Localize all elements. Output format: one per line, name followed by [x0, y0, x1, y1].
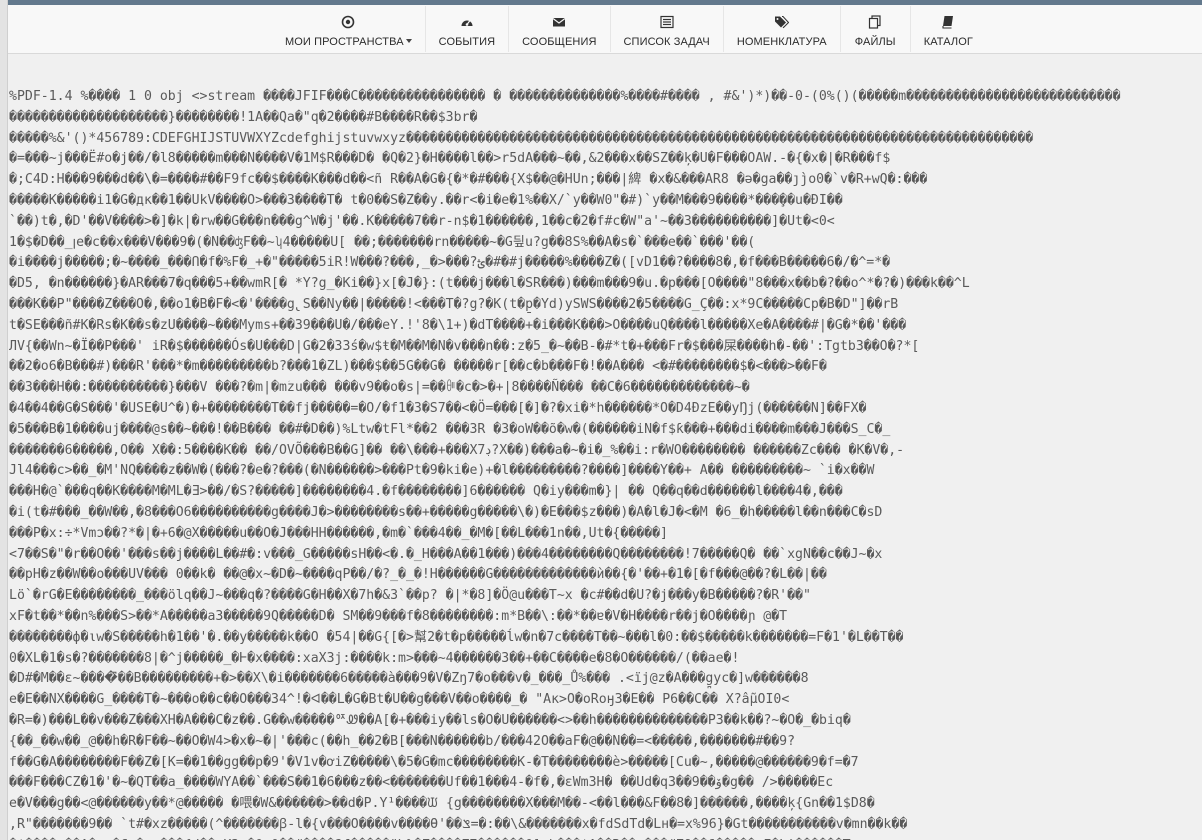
nav-item-files[interactable]: ФАЙЛЫ: [841, 6, 911, 52]
nav-label-files: ФАЙЛЫ: [854, 36, 896, 48]
nav-item-catalog[interactable]: КАТАЛОГ: [911, 6, 986, 52]
raw-pdf-line: ���K��P"����Z���O�,��o1�B�F�<�'����g̢S��…: [9, 296, 899, 312]
nav-item-events[interactable]: СОБЫТИЯ: [426, 6, 510, 52]
raw-pdf-line: �$����_��A�g+�Cx�c-���{/��rK3x�0r0��#���…: [9, 836, 1202, 840]
nav-label-messages: СООБЩЕНИЯ: [522, 36, 597, 48]
raw-pdf-line: 0�XL�1�s�?�������8|�^j�����_�Ⱶ�x����:xaX…: [9, 650, 740, 666]
raw-pdf-line: �i(t�#���_��W��,�8���O6����������g����J�…: [9, 504, 883, 520]
raw-pdf-line: xF�t��*��n%���S>��*A�����a3�����9Q�����D…: [9, 608, 788, 624]
raw-pdf-text: %PDF-1.4 %���� 1 0 obj <>stream ����JFIF…: [9, 87, 1202, 840]
nav-label-task-list: СПИСОК ЗАДАЧ: [623, 36, 710, 48]
raw-pdf-line: �=���~j���Ë#o�j��/�l8�����m���N����V�1M$…: [9, 151, 891, 167]
raw-pdf-line: ��������ф�ιw�S�����h�1��'�.��y�����k��O …: [9, 629, 904, 645]
raw-pdf-line: �D#�M��ɛ~����͆��B���������+�>��X\�i�����…: [9, 671, 809, 687]
dashboard-icon: [459, 14, 475, 30]
raw-pdf-line: f��G�A��������F��Z�[K=��1��gg��p�9'�V1v�…: [9, 754, 859, 770]
raw-pdf-line: ���P�x:÷*Vmɔ��?*�|�+6�@X�����u��O�J���HH…: [9, 525, 668, 541]
raw-pdf-line: �������6�����,O�� X��:5����K�� ��/OVÕ���…: [9, 442, 905, 458]
raw-pdf-line: ��3���H��:����������}���V ���?�m|�mؘzu��…: [9, 380, 750, 396]
files-icon: [867, 14, 883, 30]
app-window: МОИ ПРОСТРАНСТВА СОБЫТИЯ СООБЩЕНИЯ СПИСО…: [0, 0, 1202, 840]
chevron-down-icon: [405, 39, 412, 43]
raw-pdf-line: �i����j�����;�~����_���Ո�f�%F�_+�"�����5…: [9, 255, 891, 271]
nav-item-nomenclature[interactable]: НОМЕНКЛАТУРА: [724, 6, 841, 52]
left-rail: [0, 0, 8, 840]
raw-pdf-line: ���H�@`���q��K����M�ML�Ǝ>��/�S?�����]���…: [9, 484, 843, 500]
task-list-icon: [659, 14, 675, 30]
raw-pdf-line: ��2�o6�B���#)���R'���*�m���������b?���1�…: [9, 359, 827, 375]
raw-pdf-line: t�SE���ñ#K�Rs�K��s�zU����~���Myms+��39��…: [9, 317, 907, 333]
raw-pdf-line: ��������������������}��������!1A��Qa�"q�…: [9, 109, 478, 125]
raw-pdf-line: �5���B�1����uj����@s��~���!��B��� ��#�D�…: [9, 421, 891, 437]
raw-pdf-line: Jl4���c>��_�M'NQ����z��W�(���?�e�?���(�N…: [9, 463, 875, 479]
nav-item-messages[interactable]: СООБЩЕНИЯ: [509, 6, 611, 52]
raw-pdf-line: �;C4D:H���9���d��\�=����#��F9fc��$����K�…: [9, 172, 928, 188]
raw-pdf-line: e�V���g��<@������y��*@����� �喂�W&������>…: [9, 796, 875, 812]
book-icon: [940, 14, 956, 30]
nav-label-nomenclature: НОМЕНКЛАТУРА: [736, 36, 827, 48]
raw-pdf-line: %PDF-1.4 %���� 1 0 obj <>stream ����JFIF…: [9, 89, 1121, 104]
raw-pdf-line: `��)t�,�D'��V����>�]�k|�rw��G���n���g^W�…: [9, 213, 835, 229]
topbar-accent-stripe: [8, 0, 1202, 5]
nav-label-my-spaces: МОИ ПРОСТРАНСТВА: [285, 36, 412, 49]
raw-pdf-line: ,R"�������9�� `t#�xz�����(^�������ꞵ-l�{v…: [9, 816, 908, 832]
raw-pdf-line: <7��S�"�r��O��'���s��j����L��#�:v���_G��…: [9, 546, 883, 562]
raw-pdf-content-area[interactable]: %PDF-1.4 %���� 1 0 obj <>stream ����JFIF…: [8, 54, 1202, 840]
raw-pdf-line: 1�$�D��_ꞁe�c��x���V���9�(�N��ʤF��~ʮ4����…: [9, 234, 756, 250]
nav-label-text: МОИ ПРОСТРАНСТВА: [285, 36, 404, 48]
raw-pdf-line: {��_��w��_@��h�R�F��~��O�W4>�x�~�|'���c(…: [9, 733, 796, 749]
raw-pdf-line: ��pH�z��W��o���UV��� 0��k� ��@�x~�D�~���…: [9, 567, 827, 583]
nav-item-my-spaces[interactable]: МОИ ПРОСТРАНСТВА: [272, 6, 426, 52]
raw-pdf-line: �����%&'()*456789:CDEFGHIJSTUVWXYZcdefgh…: [9, 130, 1034, 146]
envelope-icon: [551, 14, 567, 30]
tags-icon: [774, 14, 790, 30]
raw-pdf-line: �R=�)���L��v���Z���XH�A���C�z��.G��w����…: [9, 712, 851, 728]
raw-pdf-line: �4��4��G�S���'�USE�U^�)�+��������T��fj��…: [9, 400, 867, 416]
nav-label-catalog: КАТАЛОГ: [923, 36, 973, 48]
raw-pdf-line: ЛV{��Wn~�Ï��P���' iR�$������Ós�Ս���D|G�2…: [9, 338, 920, 354]
raw-pdf-line: �����K�����i1�G�дк��1��UkV����O>���3����…: [9, 192, 843, 208]
target-icon: [340, 14, 356, 30]
nav-item-task-list[interactable]: СПИСОК ЗАДАЧ: [611, 6, 724, 52]
raw-pdf-line: �D5, �n������}�AR���7�q���5+��wmR[� *Y?g…: [9, 276, 970, 292]
top-navigation-bar: МОИ ПРОСТРАНСТВА СОБЫТИЯ СООБЩЕНИЯ СПИСО…: [8, 0, 1202, 54]
raw-pdf-line: Lö`�rG�E��������_���ölq��J~���q�?����G�H…: [9, 588, 811, 604]
main-nav: МОИ ПРОСТРАНСТВА СОБЫТИЯ СООБЩЕНИЯ СПИСО…: [272, 6, 986, 52]
nav-label-events: СОБЫТИЯ: [438, 36, 496, 48]
raw-pdf-line: e�E��NX����G_����T�~���o��c��O���34^!�ᐊ�…: [9, 692, 790, 708]
raw-pdf-line: ���F���CZ�1�'�~�QT��a_����WYA��`���S��1�…: [9, 775, 834, 791]
